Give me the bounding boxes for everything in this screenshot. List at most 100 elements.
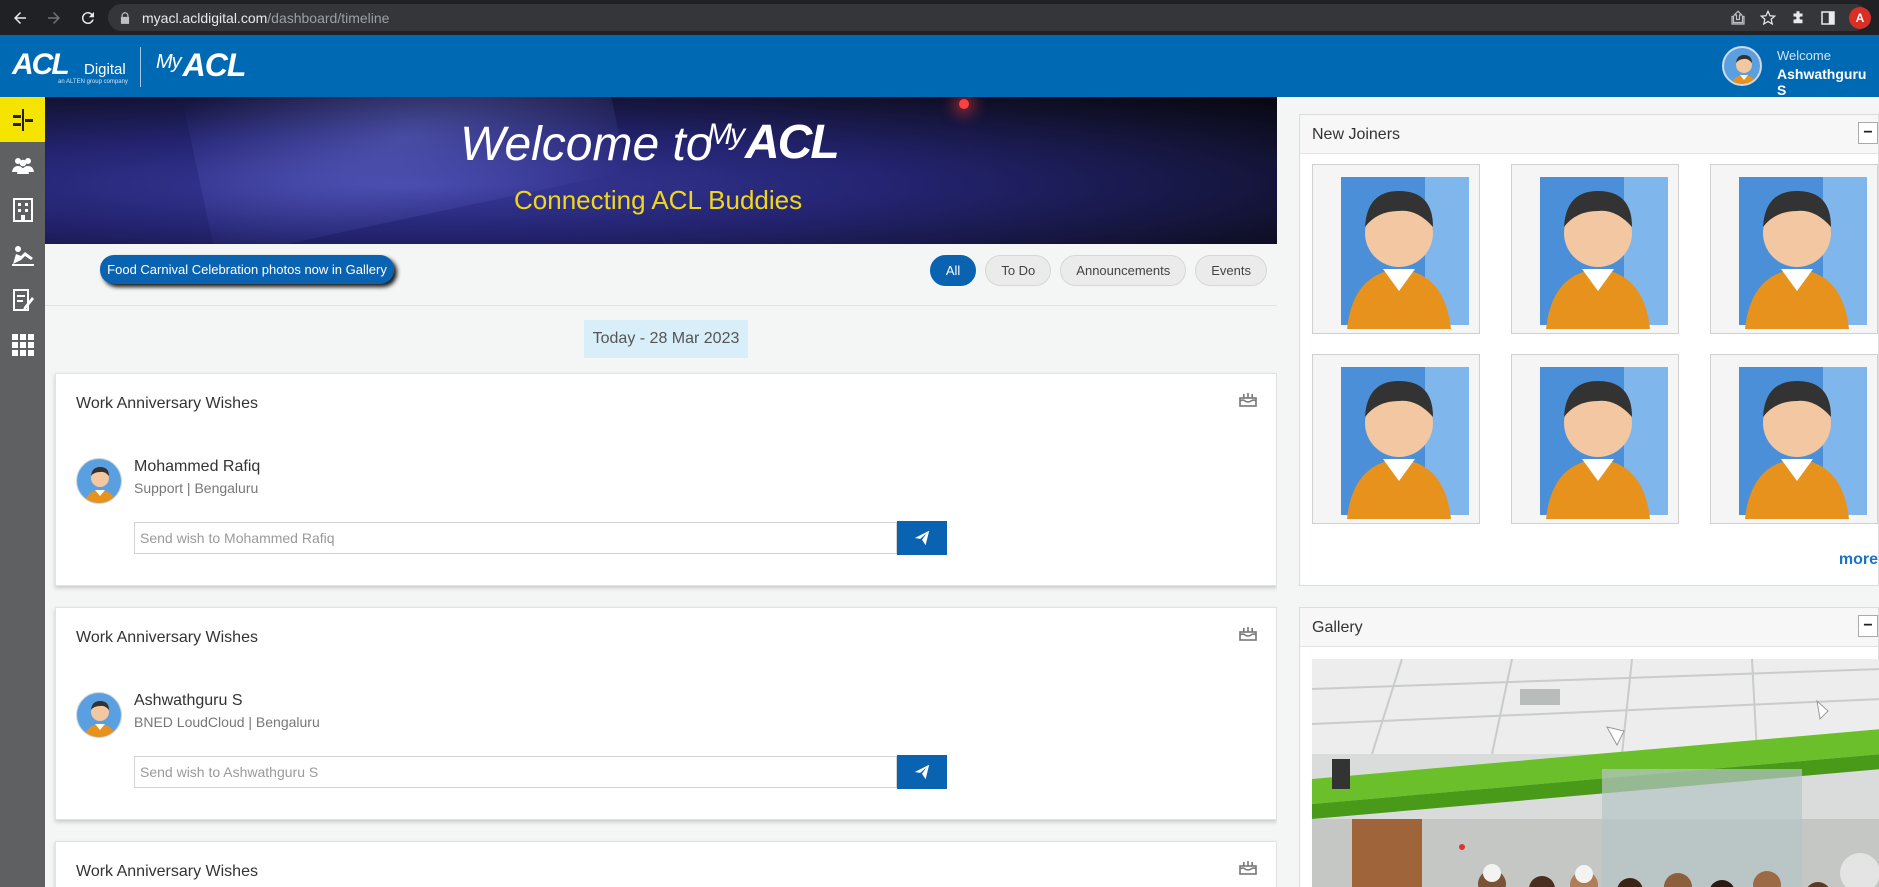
arrow-left-icon — [14, 11, 26, 24]
person-name[interactable]: Ashwathguru S — [134, 692, 243, 710]
card-title: Work Anniversary Wishes — [76, 395, 258, 412]
send-wish-button[interactable] — [897, 521, 947, 555]
building-icon — [12, 197, 33, 222]
browser-toolbar: myacl.acldigital.com/dashboard/timeline … — [0, 0, 1879, 35]
timeline-main: Welcome to MyACL Connecting ACL Buddies … — [45, 97, 1277, 887]
news-ticker[interactable]: Food Carnival Celebration photos now in … — [100, 255, 394, 284]
banner-spotlight — [959, 99, 969, 109]
anniversary-card: Work Anniversary Wishes Ashwathguru S BN… — [55, 607, 1277, 820]
logo-divider — [140, 47, 141, 87]
company-logo[interactable]: ACL — [12, 48, 70, 82]
wish-input[interactable] — [134, 756, 897, 788]
collapse-button[interactable]: − — [1858, 615, 1878, 637]
company-logo-digital: Digital — [84, 61, 126, 78]
extensions-icon[interactable] — [1789, 9, 1807, 27]
sidebar-item-office[interactable] — [0, 187, 45, 232]
person-department: BNED LoudCloud | Bengaluru — [134, 714, 320, 730]
person-avatar-icon — [77, 459, 121, 503]
person-avatar-icon — [77, 693, 121, 737]
joiner-photo[interactable] — [1312, 164, 1480, 334]
person-avatar-icon — [1739, 177, 1867, 329]
sidebar-item-forms[interactable] — [0, 277, 45, 322]
wish-input[interactable] — [134, 522, 897, 554]
user-avatar[interactable] — [1722, 46, 1762, 86]
back-button[interactable] — [6, 4, 34, 32]
person-avatar-icon — [1341, 367, 1469, 519]
panel-title: New Joiners — [1312, 126, 1401, 143]
banner-subtitle: Connecting ACL Buddies — [514, 185, 803, 215]
avatar[interactable] — [76, 458, 122, 504]
panel-header: Gallery − — [1300, 608, 1878, 647]
joiner-photo[interactable] — [1710, 354, 1878, 524]
people-icon — [11, 157, 34, 174]
person-name[interactable]: Mohammed Rafiq — [134, 458, 260, 476]
side-panel-icon[interactable] — [1819, 9, 1837, 27]
sidebar-item-leave[interactable] — [0, 232, 45, 277]
app-logo-name: ACL — [182, 47, 247, 83]
user-name[interactable]: Ashwathguru S — [1777, 66, 1879, 98]
gallery-photo[interactable] — [1312, 659, 1879, 887]
cake-icon — [1239, 627, 1257, 641]
gallery-panel: Gallery − — [1299, 607, 1879, 887]
sidebar-item-people[interactable] — [0, 142, 45, 187]
joiner-photo[interactable] — [1312, 354, 1480, 524]
person-department: Support | Bengaluru — [134, 480, 259, 496]
lock-icon — [120, 11, 130, 24]
joiner-photo[interactable] — [1710, 164, 1878, 334]
forward-button[interactable] — [40, 4, 68, 32]
sidebar-item-apps[interactable] — [0, 322, 45, 367]
timeline-icon — [12, 108, 33, 131]
cake-icon — [1239, 393, 1257, 407]
banner-logo: MyACL — [707, 115, 840, 170]
address-bar[interactable]: myacl.acldigital.com/dashboard/timeline — [108, 4, 1868, 31]
person-avatar-icon — [1739, 367, 1867, 519]
card-title: Work Anniversary Wishes — [76, 863, 258, 880]
apps-grid-icon — [11, 333, 34, 356]
bookmark-star-icon[interactable] — [1759, 9, 1777, 27]
person-avatar-icon — [1540, 367, 1668, 519]
more-joiners-link[interactable]: more — [1839, 551, 1878, 569]
filter-events[interactable]: Events — [1195, 255, 1267, 286]
share-icon[interactable] — [1729, 9, 1747, 27]
filter-todo[interactable]: To Do — [985, 255, 1052, 286]
banner-logo-name: ACL — [745, 116, 840, 169]
browser-actions: A — [1729, 0, 1871, 35]
app-header: ACL Digital an ALTEN group company MyACL… — [0, 35, 1879, 98]
panel-header: New Joiners − — [1300, 115, 1878, 154]
welcome-banner: Welcome to MyACL Connecting ACL Buddies — [45, 97, 1277, 244]
profile-avatar[interactable]: A — [1849, 6, 1871, 29]
sidebar-item-timeline[interactable] — [0, 97, 45, 142]
company-logo-tagline: an ALTEN group company — [58, 79, 128, 85]
app-logo-prefix: My — [156, 51, 182, 73]
paper-plane-icon — [914, 764, 930, 780]
url-text: myacl.acldigital.com/dashboard/timeline — [142, 9, 390, 26]
divider — [45, 305, 1277, 306]
gallery-photo-image — [1312, 659, 1879, 887]
left-sidebar — [0, 97, 45, 887]
reload-button[interactable] — [74, 4, 102, 32]
banner-logo-prefix: My — [707, 118, 745, 151]
anniversary-card: Work Anniversary Wishes — [55, 841, 1277, 887]
leave-icon — [11, 245, 34, 266]
send-wish-button[interactable] — [897, 755, 947, 789]
person-avatar-icon — [1540, 177, 1668, 329]
joiner-photo[interactable] — [1511, 164, 1679, 334]
avatar[interactable] — [76, 692, 122, 738]
date-header: Today - 28 Mar 2023 — [584, 320, 748, 358]
timeline-filters: All To Do Announcements Events — [929, 255, 1267, 286]
filter-all[interactable]: All — [929, 255, 977, 286]
anniversary-card: Work Anniversary Wishes Mohammed Rafiq S… — [55, 373, 1277, 586]
card-title: Work Anniversary Wishes — [76, 629, 258, 646]
joiner-photo[interactable] — [1511, 354, 1679, 524]
collapse-button[interactable]: − — [1858, 122, 1878, 144]
banner-title: Welcome to — [460, 118, 713, 171]
welcome-label: Welcome — [1777, 48, 1831, 63]
new-joiners-panel: New Joiners − more — [1299, 114, 1879, 586]
filter-announcements[interactable]: Announcements — [1060, 255, 1187, 286]
paper-plane-icon — [914, 530, 930, 546]
form-edit-icon — [12, 288, 34, 311]
cake-icon — [1239, 861, 1257, 875]
app-logo[interactable]: MyACL — [156, 47, 247, 84]
arrow-right-icon — [48, 11, 60, 24]
right-sidebar: New Joiners − more Gallery − — [1277, 97, 1879, 887]
